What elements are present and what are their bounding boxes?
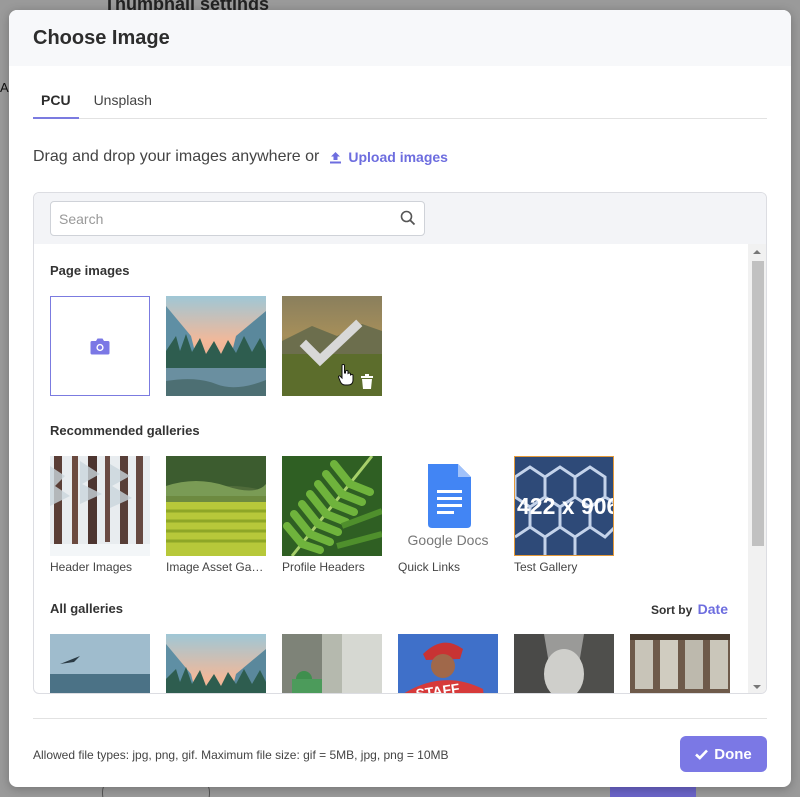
- section-recommended-galleries: Recommended galleries: [50, 423, 200, 438]
- all-gallery-thumb-yosemite[interactable]: [166, 634, 266, 693]
- all-gallery-thumb-staff[interactable]: STAFF: [398, 634, 498, 693]
- google-docs-logo-text: Google Docs: [407, 532, 489, 548]
- drag-drop-text: Drag and drop your images anywhere or: [33, 148, 320, 165]
- done-button[interactable]: Done: [680, 736, 767, 772]
- search-icon[interactable]: [400, 210, 416, 226]
- done-button-label: Done: [714, 745, 752, 763]
- image-list: Page images Recommended galleries Header…: [34, 244, 748, 693]
- scroll-down-arrow-icon[interactable]: [753, 685, 761, 689]
- gallery-test-gallery-thumb[interactable]: 422 x 906: [514, 456, 614, 556]
- search-input[interactable]: [51, 202, 381, 235]
- checkmark-icon: [695, 749, 709, 760]
- all-gallery-thumb-foggy-trees[interactable]: [514, 634, 614, 693]
- all-gallery-thumb-street[interactable]: [282, 634, 382, 693]
- trash-icon[interactable]: [360, 374, 374, 389]
- hand-cursor-icon: [338, 364, 354, 386]
- search-bar-area: [34, 193, 766, 244]
- tab-unsplash[interactable]: Unsplash: [86, 84, 160, 119]
- image-browser-panel: Page images: [33, 192, 767, 694]
- section-all-galleries: All galleries: [50, 601, 123, 616]
- page-image-selected-sunset[interactable]: [282, 296, 382, 396]
- upload-images-link[interactable]: Upload images: [329, 149, 448, 165]
- scroll-up-arrow-icon[interactable]: [753, 250, 761, 254]
- background-letter: A: [0, 80, 9, 95]
- camera-icon: [90, 338, 110, 354]
- upload-images-label: Upload images: [348, 149, 448, 165]
- search-box: [50, 201, 425, 236]
- upload-icon: [330, 151, 342, 163]
- section-page-images: Page images: [50, 263, 130, 278]
- gallery-quick-links-thumb[interactable]: Google Docs: [398, 456, 498, 556]
- test-gallery-overlay-text: 422 x 906: [517, 493, 614, 519]
- gallery-header-images-thumb[interactable]: [50, 456, 150, 556]
- scrollbar-thumb[interactable]: [752, 261, 764, 546]
- drag-drop-row: Drag and drop your images anywhere or Up…: [33, 148, 448, 166]
- sort-by-control[interactable]: Sort by Date: [651, 601, 728, 617]
- gallery-image-asset-label: Image Asset Gallery: [166, 560, 266, 574]
- sort-by-value[interactable]: Date: [698, 601, 728, 617]
- choose-image-modal: Choose Image PCU Unsplash Drag and drop …: [9, 10, 791, 787]
- gallery-header-images-label: Header Images: [50, 560, 133, 574]
- footer-divider: [33, 718, 767, 719]
- add-page-image-tile[interactable]: [50, 296, 150, 396]
- sort-by-label: Sort by: [650, 603, 693, 617]
- tab-pcu[interactable]: PCU: [33, 84, 79, 119]
- image-list-scrollbar[interactable]: [748, 244, 766, 693]
- allowed-file-types-note: Allowed file types: jpg, png, gif. Maxim…: [33, 748, 449, 762]
- tab-bar: PCU Unsplash: [33, 84, 767, 119]
- gallery-profile-headers-thumb[interactable]: [282, 456, 382, 556]
- all-gallery-thumb-interior[interactable]: [630, 634, 730, 693]
- gallery-quick-links-label: Quick Links: [398, 560, 461, 574]
- modal-title: Choose Image: [33, 26, 170, 49]
- page-image-yosemite[interactable]: [166, 296, 266, 396]
- gallery-profile-headers-label: Profile Headers: [282, 560, 365, 574]
- all-gallery-thumb-plane[interactable]: [50, 634, 150, 693]
- gallery-test-gallery-label: Test Gallery: [514, 560, 578, 574]
- gallery-image-asset-thumb[interactable]: [166, 456, 266, 556]
- modal-header: Choose Image: [9, 10, 791, 66]
